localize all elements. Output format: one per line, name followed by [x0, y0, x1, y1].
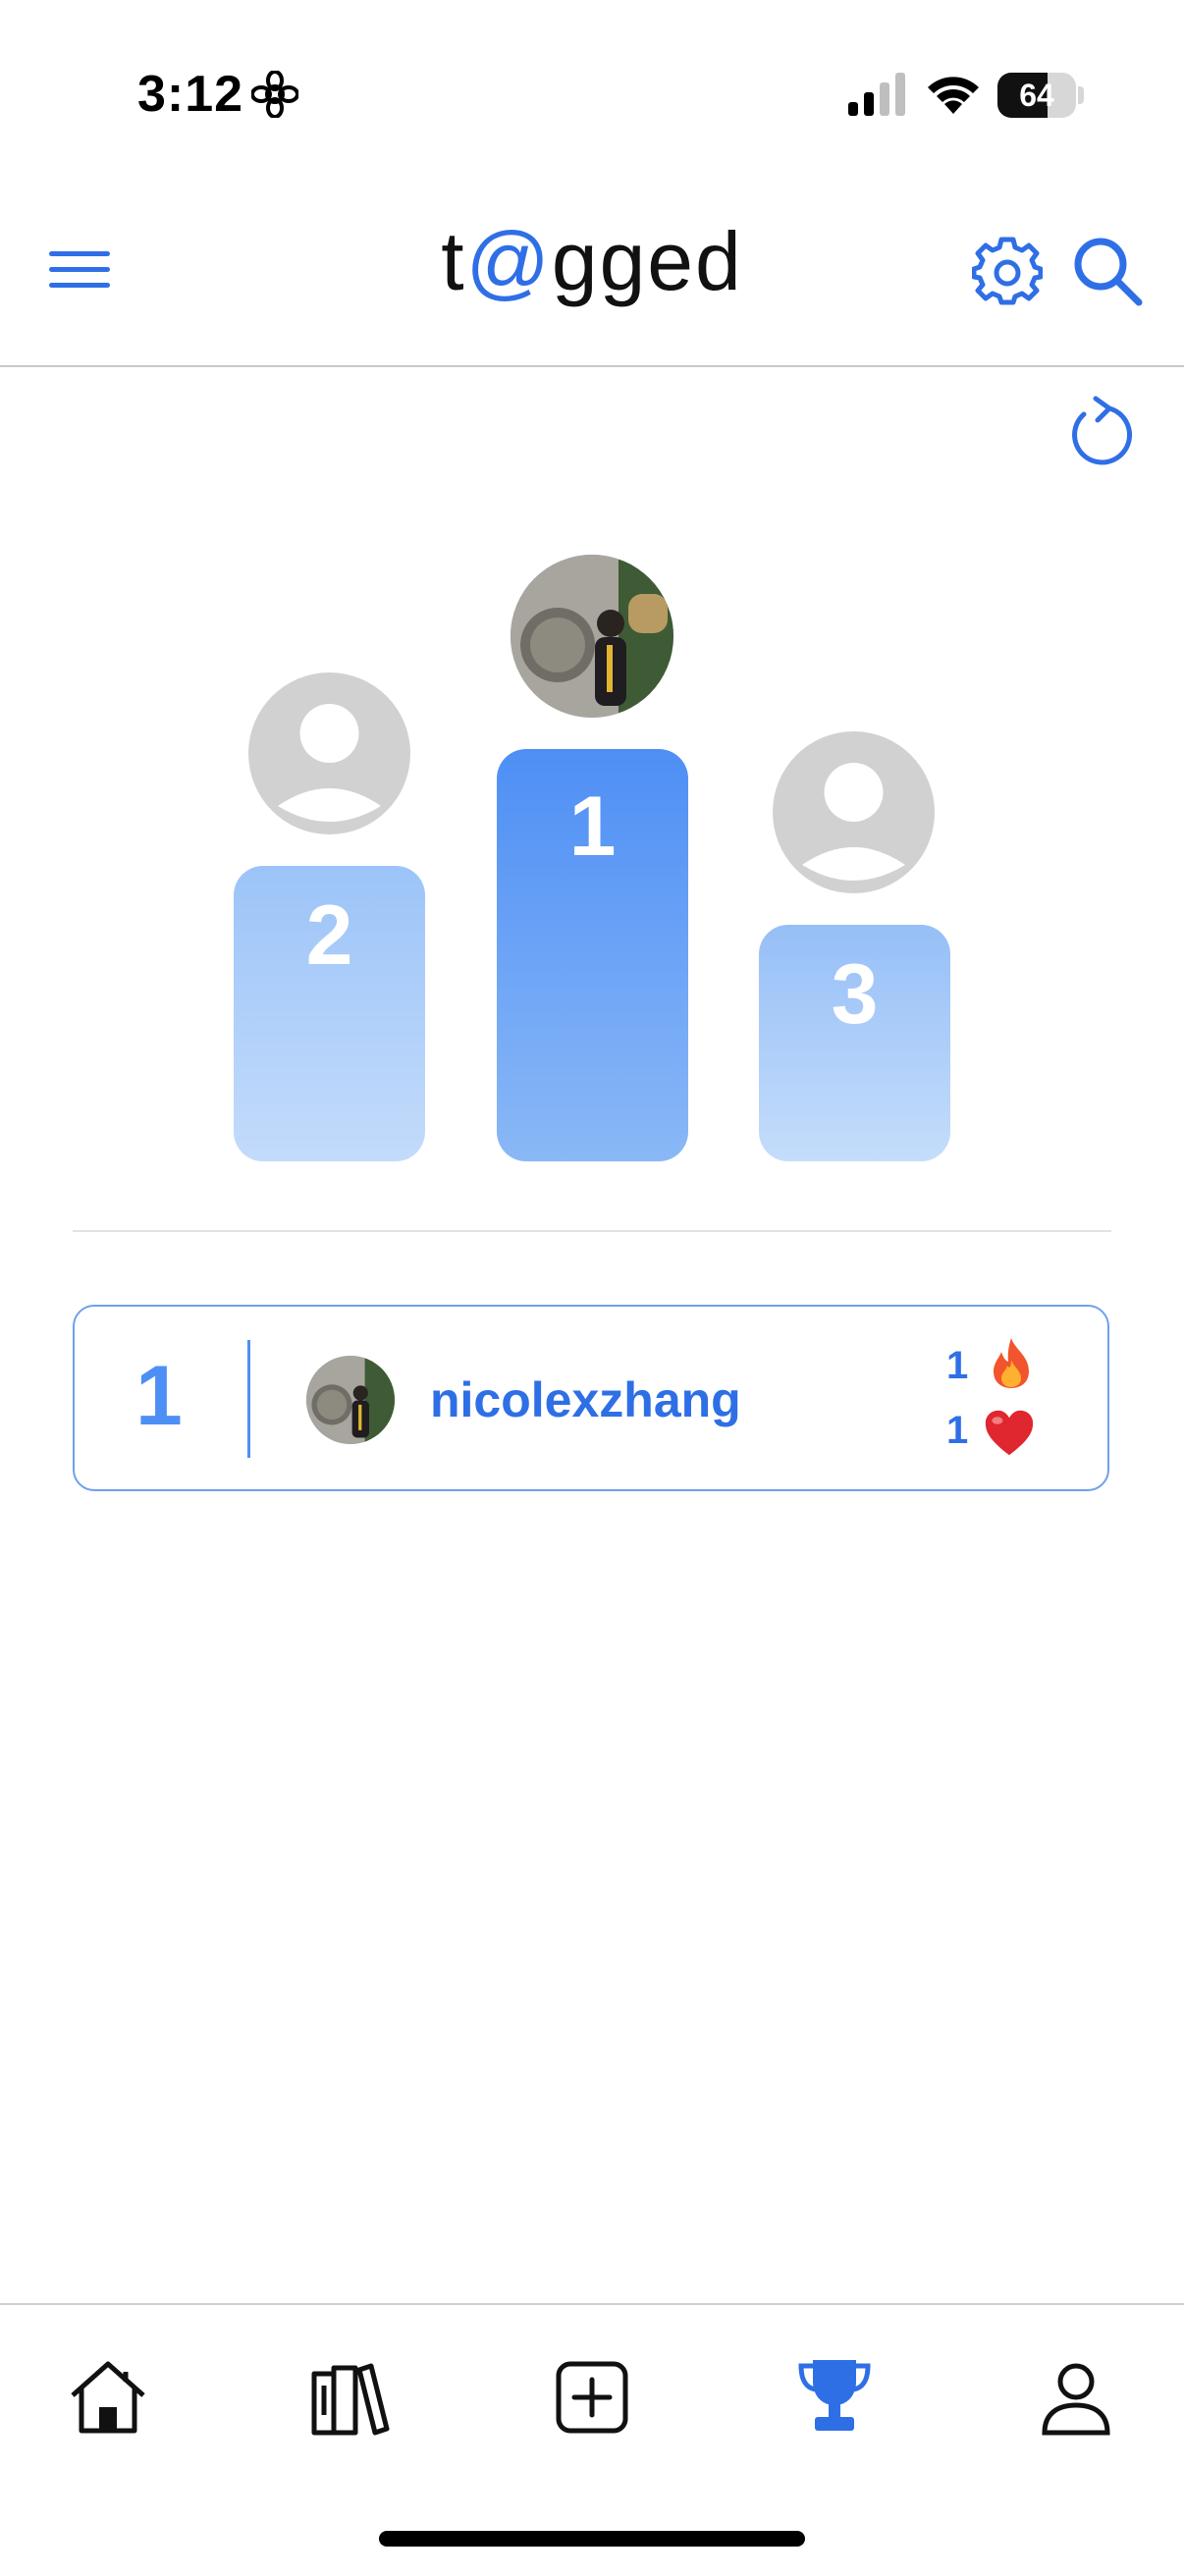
podium-block-3rd: 3 [759, 925, 950, 1161]
podium-avatar-2nd[interactable] [248, 672, 410, 834]
house-icon[interactable] [67, 2356, 149, 2439]
plus-square-icon[interactable] [551, 2356, 633, 2439]
heart-emoji-icon [985, 1410, 1034, 1456]
username[interactable]: nicolexzhang [430, 1371, 741, 1428]
profile-photo-icon [511, 555, 673, 718]
person-icon[interactable] [1035, 2356, 1117, 2439]
podium-avatar-1st[interactable] [511, 555, 673, 718]
podium-avatar-3rd[interactable] [773, 731, 935, 893]
cellular-signal-icon [848, 73, 905, 116]
app-header: t@gged [0, 187, 1184, 367]
podium-block-2nd: 2 [234, 866, 425, 1161]
books-icon[interactable] [308, 2356, 391, 2439]
refresh-icon[interactable] [1066, 395, 1137, 471]
profile-photo-icon [306, 1356, 395, 1444]
fire-emoji-icon [994, 1338, 1029, 1388]
logo-prefix: t [441, 215, 466, 307]
battery-tip [1078, 86, 1084, 104]
settings-gear-icon[interactable] [972, 236, 1043, 306]
section-divider [73, 1230, 1111, 1232]
battery-indicator: 64 [997, 73, 1076, 118]
status-time: 3:12 [137, 66, 244, 123]
status-bar: 3:12 64 [0, 0, 1184, 187]
podium-place-number: 3 [831, 947, 879, 1042]
heart-count: 1 [946, 1409, 969, 1452]
row-rank: 1 [135, 1349, 183, 1443]
podium-block-1st: 1 [497, 749, 688, 1161]
logo-suffix: gged [551, 215, 743, 307]
leaderboard-row[interactable]: 1 nicolexzhang 1 1 [73, 1305, 1109, 1491]
focus-flower-icon [251, 71, 298, 118]
person-placeholder-icon [802, 763, 905, 881]
battery-percent: 64 [1019, 78, 1054, 113]
person-placeholder-icon [278, 704, 381, 822]
fire-count: 1 [946, 1344, 969, 1387]
trophy-icon[interactable] [793, 2356, 876, 2439]
search-icon[interactable] [1070, 234, 1145, 308]
rank-separator [247, 1340, 250, 1458]
avatar[interactable] [306, 1356, 395, 1444]
podium-place-number: 1 [568, 779, 617, 874]
home-indicator[interactable] [379, 2531, 805, 2547]
wifi-icon [928, 77, 979, 114]
podium-place-number: 2 [305, 888, 353, 983]
logo-at: @ [465, 215, 552, 307]
